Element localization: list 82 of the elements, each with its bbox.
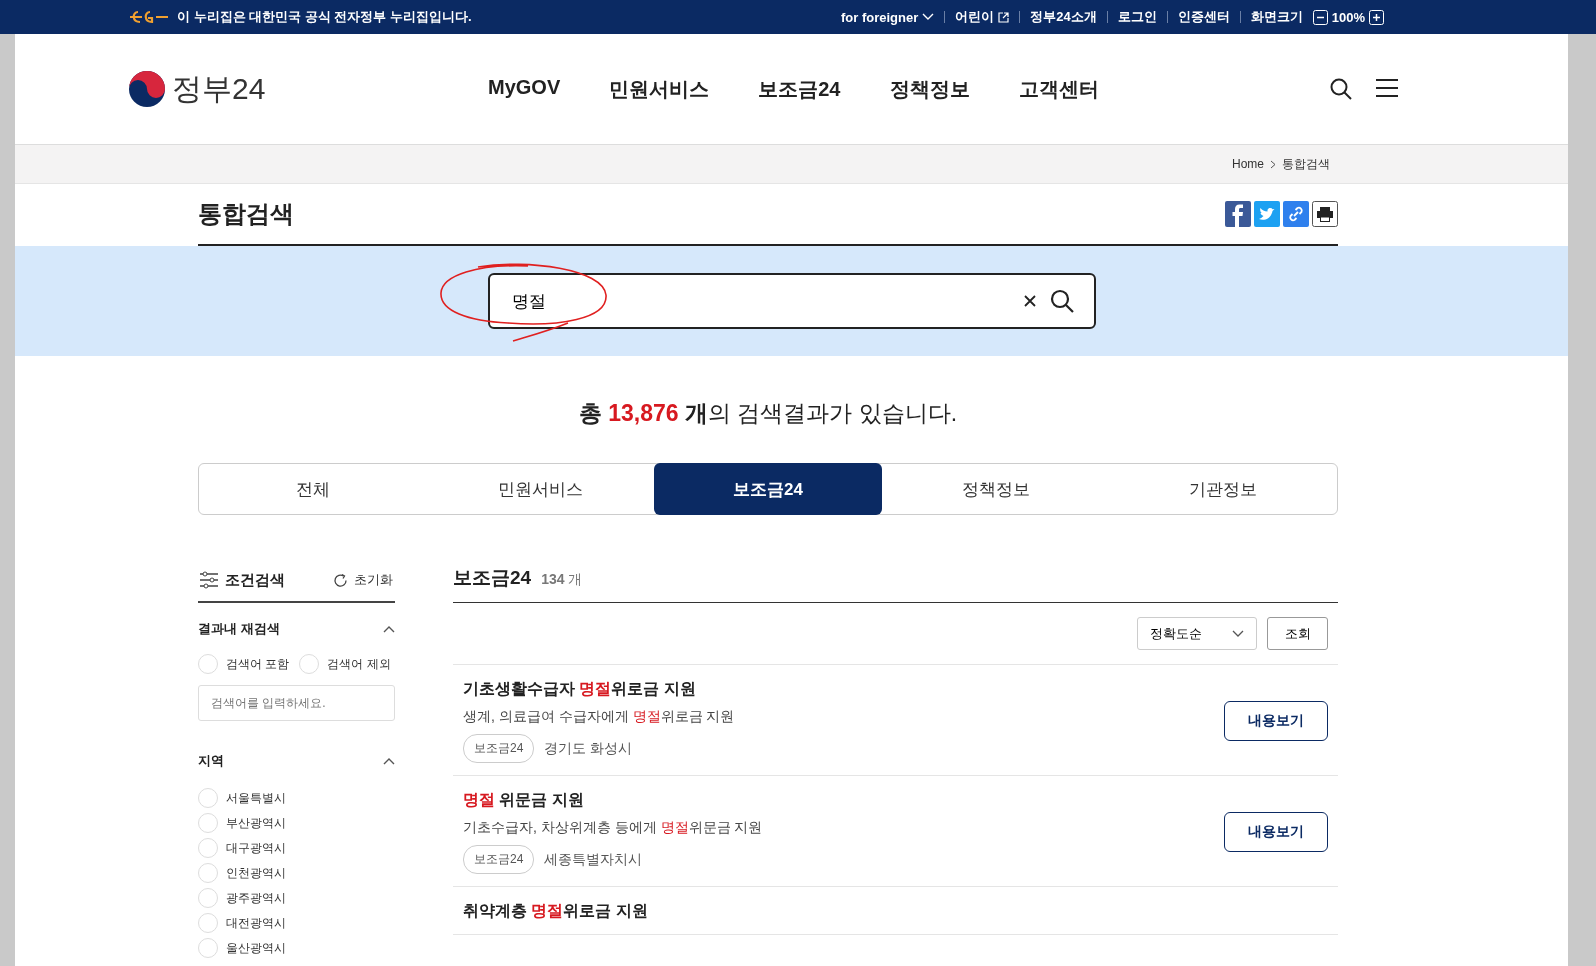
option-label: 대전광역시 <box>226 914 286 932</box>
breadcrumb-link[interactable]: Home <box>1232 157 1264 171</box>
option-label: 울산광역시 <box>226 939 286 957</box>
menu-icon[interactable] <box>1376 78 1398 98</box>
category-tag: 보조금24 <box>463 845 535 874</box>
nav-item[interactable]: 보조금24 <box>758 75 841 103</box>
filter-title: 조건검색 <box>225 570 285 590</box>
result-title[interactable]: 기초생활수급자 명절위로금 지원 <box>463 679 735 700</box>
bird-icon[interactable] <box>1254 201 1280 227</box>
radio-button[interactable] <box>198 863 218 883</box>
sort-select[interactable]: 정확도순 <box>1137 617 1257 650</box>
query-button[interactable]: 조회 <box>1267 617 1328 650</box>
category-tab[interactable]: 보조금24 <box>654 463 882 515</box>
chevron-icon[interactable] <box>383 625 395 633</box>
result-title[interactable]: 명절 위문금 지원 <box>463 790 763 811</box>
chevron-icon <box>1232 629 1244 638</box>
radio-button[interactable] <box>198 938 218 958</box>
top-link[interactable]: 인증센터 <box>1177 8 1230 26</box>
results-count: 134 개 <box>541 571 583 589</box>
radio-button[interactable] <box>198 788 218 808</box>
emblem-icon <box>128 10 170 24</box>
radio-button[interactable] <box>198 654 218 674</box>
keyword-field[interactable]: 검색어를 입력하세요. <box>198 685 395 721</box>
zoom-label: 화면크기 <box>1250 8 1303 26</box>
chevron-icon[interactable] <box>383 757 395 765</box>
results-title: 보조금24 <box>453 566 532 590</box>
clear-icon[interactable] <box>1023 295 1036 307</box>
option-label: 서울특별시 <box>226 789 286 807</box>
region-text: 경기도 화성시 <box>544 739 633 758</box>
top-link[interactable]: 어린이 <box>955 8 1010 26</box>
refresh-icon <box>333 572 348 588</box>
filter-section-title: 결과내 재검색 <box>198 620 280 638</box>
category-tab[interactable]: 기관정보 <box>1109 463 1337 515</box>
search-icon[interactable] <box>1049 289 1074 313</box>
radio-button[interactable] <box>198 813 218 833</box>
facebook-icon[interactable] <box>1225 201 1251 227</box>
search-icon[interactable] <box>1330 78 1352 100</box>
sliders-icon <box>200 571 218 589</box>
breadcrumb-current: 통합검색 <box>1282 155 1330 173</box>
print-icon[interactable] <box>1312 201 1338 227</box>
search-field[interactable]: 명절 <box>487 273 1096 329</box>
chevron-icon <box>1270 159 1276 169</box>
category-tab[interactable]: 전체 <box>199 463 427 515</box>
nav-item[interactable]: 고객센터 <box>1018 75 1099 103</box>
region-text: 세종특별자치시 <box>544 850 643 869</box>
result-description: 생계, 의료급여 수급자에게 명절 위로금 지원 <box>463 708 735 726</box>
filter-section-title: 지역 <box>198 752 224 770</box>
plus-icon[interactable] <box>1369 9 1384 25</box>
radio-button[interactable] <box>198 913 218 933</box>
view-button[interactable]: 내용보기 <box>1224 812 1328 852</box>
top-link[interactable]: for foreigner <box>841 9 935 25</box>
result-title[interactable]: 취약계층 명절위로금 지원 <box>463 901 648 922</box>
link-icon[interactable] <box>1283 201 1309 227</box>
external-link-icon <box>998 11 1010 23</box>
option-label: 검색어 포함 <box>226 655 290 673</box>
nav-item[interactable]: MyGOV <box>488 75 561 103</box>
result-summary: 총 13,876 개의 검색결과가 있습니다. <box>577 399 959 428</box>
category-tag: 보조금24 <box>463 734 535 763</box>
result-description: 기초수급자, 차상위계층 등에게 명절 위문금 지원 <box>463 819 763 837</box>
notice-text: 이 누리집은 대한민국 공식 전자정부 누리집입니다. <box>177 8 472 26</box>
option-label: 대구광역시 <box>226 839 286 857</box>
nav-item[interactable]: 민원서비스 <box>609 75 710 103</box>
zoom-value: 100% <box>1331 9 1365 25</box>
radio-button[interactable] <box>198 838 218 858</box>
option-label: 검색어 제외 <box>327 655 391 673</box>
reset-button[interactable]: 초기화 <box>333 571 393 589</box>
logo-icon <box>128 70 166 108</box>
page-title: 통합검색 <box>198 199 294 229</box>
nav-item[interactable]: 정책정보 <box>889 75 970 103</box>
option-label: 인천광역시 <box>226 864 286 882</box>
option-label: 광주광역시 <box>226 889 286 907</box>
category-tab[interactable]: 민원서비스 <box>426 463 655 515</box>
chevron-icon <box>922 13 935 21</box>
top-link[interactable]: 로그인 <box>1117 8 1157 26</box>
view-button[interactable]: 내용보기 <box>1224 701 1328 741</box>
minus-icon[interactable] <box>1312 9 1328 25</box>
radio-button[interactable] <box>299 654 320 674</box>
option-label: 부산광역시 <box>226 814 286 832</box>
radio-button[interactable] <box>198 888 218 908</box>
top-link[interactable]: 정부24소개 <box>1030 8 1097 26</box>
logo-text: 정부24 <box>172 70 266 107</box>
category-tab[interactable]: 정책정보 <box>881 463 1110 515</box>
